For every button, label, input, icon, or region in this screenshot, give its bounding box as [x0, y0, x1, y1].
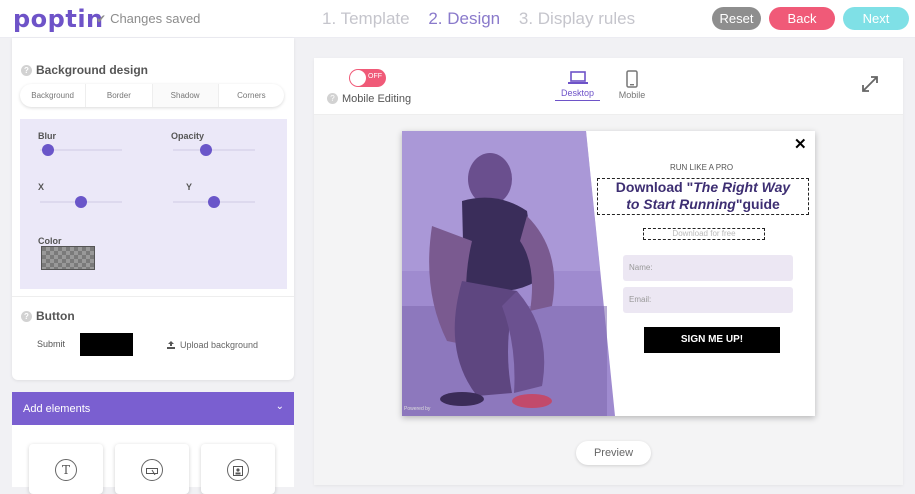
- chevron-down-icon: ⌄: [275, 401, 284, 412]
- desktop-icon: [567, 71, 588, 84]
- popup-preview[interactable]: Powered by ✕ RUN LIKE A PRO Download "Th…: [402, 131, 815, 416]
- upload-icon: [167, 341, 175, 349]
- save-status: ✔ Changes saved: [96, 11, 200, 26]
- shadow-settings: Blur Opacity X Y Color: [20, 119, 287, 289]
- blur-slider-handle[interactable]: [42, 144, 55, 156]
- submit-button-preview[interactable]: [80, 333, 133, 356]
- y-slider-handle[interactable]: [208, 196, 220, 208]
- mobile-editing-toggle[interactable]: OFF: [349, 69, 386, 87]
- tab-background[interactable]: Background: [20, 84, 87, 107]
- expand-icon[interactable]: [861, 75, 879, 93]
- blur-label: Blur: [38, 131, 56, 141]
- mobile-editing-text: Mobile Editing: [342, 93, 412, 105]
- background-design-title: ? Background design: [21, 63, 148, 77]
- background-design-tabs: Background Border Shadow Corners: [20, 84, 284, 107]
- x-label: X: [38, 182, 45, 192]
- add-elements-label: Add elements: [23, 403, 91, 415]
- desktop-view-button[interactable]: Desktop: [555, 70, 600, 101]
- step-template[interactable]: 1. Template: [322, 9, 410, 28]
- image-icon: [227, 459, 249, 481]
- next-button[interactable]: Next: [843, 7, 909, 30]
- button-section-label: Button: [36, 309, 75, 323]
- add-elements-header[interactable]: Add elements ⌄: [12, 392, 294, 425]
- text-icon: T: [55, 459, 77, 481]
- popup-subtext[interactable]: Download for free: [643, 228, 765, 240]
- toggle-knob: [350, 70, 366, 86]
- desktop-label: Desktop: [560, 88, 595, 98]
- headline-prefix: Download ": [615, 179, 694, 195]
- email-field[interactable]: Email:: [623, 287, 793, 313]
- save-status-text: Changes saved: [110, 11, 201, 26]
- opacity-slider-track[interactable]: [173, 149, 255, 151]
- active-device-underline: [555, 100, 600, 101]
- x-slider-handle[interactable]: [75, 196, 87, 208]
- tab-border[interactable]: Border: [86, 84, 153, 107]
- button-section-title: ? Button: [21, 309, 75, 323]
- name-field[interactable]: Name:: [623, 255, 793, 281]
- popup-headline[interactable]: Download "The Right Way to Start Running…: [597, 178, 809, 215]
- button-icon: [141, 459, 163, 481]
- upload-background-label: Upload background: [180, 340, 259, 350]
- step-design[interactable]: 2. Design: [428, 9, 500, 28]
- poptin-logo: poptin: [13, 5, 104, 33]
- headline-emphasis-2: to Start Running: [626, 196, 736, 212]
- background-design-label: Background design: [36, 63, 149, 77]
- tab-corners[interactable]: Corners: [219, 84, 284, 107]
- help-icon[interactable]: ?: [327, 93, 338, 104]
- add-elements-body: T: [12, 425, 294, 494]
- step-display-rules[interactable]: 3. Display rules: [519, 9, 635, 28]
- help-icon[interactable]: ?: [21, 311, 32, 322]
- y-label: Y: [186, 182, 193, 192]
- upload-background-link[interactable]: Upload background: [167, 340, 258, 350]
- reset-button[interactable]: Reset: [712, 7, 761, 30]
- sign-up-button[interactable]: SIGN ME UP!: [644, 327, 780, 353]
- preview-button[interactable]: Preview: [576, 441, 651, 465]
- runner-photo[interactable]: [402, 131, 615, 416]
- color-label: Color: [38, 236, 62, 246]
- section-divider: [12, 296, 294, 297]
- toggle-state: OFF: [368, 73, 382, 80]
- headline-emphasis-1: The Right Way: [693, 179, 791, 195]
- tab-shadow[interactable]: Shadow: [152, 84, 219, 107]
- back-button[interactable]: Back: [769, 7, 835, 30]
- check-icon: ✔: [96, 12, 107, 26]
- help-icon[interactable]: ?: [21, 65, 32, 76]
- mobile-icon: [626, 70, 638, 88]
- shadow-color-picker[interactable]: [41, 246, 95, 270]
- wizard-steps: 1. Template 2. Design 3. Display rules: [322, 9, 649, 29]
- headline-suffix: "guide: [735, 196, 780, 212]
- submit-label: Submit: [37, 339, 66, 349]
- close-icon[interactable]: ✕: [794, 135, 807, 153]
- mobile-editing-label: ? Mobile Editing: [327, 93, 411, 105]
- design-settings-panel: ? Background design Background Border Sha…: [12, 38, 294, 380]
- popup-eyebrow: RUN LIKE A PRO: [670, 163, 734, 172]
- editor-toolbar: OFF ? Mobile Editing Desktop Mobile: [314, 58, 903, 115]
- powered-by: Powered by: [404, 406, 431, 412]
- mobile-label: Mobile: [618, 90, 646, 100]
- mobile-view-button[interactable]: Mobile: [612, 70, 652, 100]
- top-bar: poptin ✔ Changes saved 1. Template 2. Des…: [0, 0, 915, 38]
- opacity-slider-handle[interactable]: [199, 144, 212, 156]
- opacity-label: Opacity: [171, 131, 205, 141]
